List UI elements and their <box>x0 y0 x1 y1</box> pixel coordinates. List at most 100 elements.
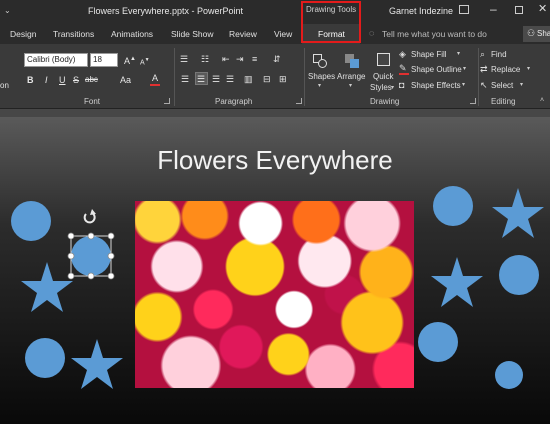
quick-styles-label-2: Styles <box>370 83 392 92</box>
strikethrough-button[interactable]: S <box>73 75 79 85</box>
chevron-down-icon: ▾ <box>349 83 353 89</box>
shrink-font-button[interactable]: A▼ <box>140 55 150 68</box>
chevron-down-icon: ▾ <box>462 82 466 88</box>
arrange-button[interactable]: Arrange ▾ <box>336 50 368 94</box>
star-shape[interactable] <box>71 339 123 389</box>
increase-indent-button[interactable]: ⇥ <box>236 54 244 64</box>
tab-design[interactable]: Design <box>10 29 36 39</box>
shapes-label: Shapes <box>308 72 336 81</box>
star-shape[interactable] <box>492 188 544 238</box>
decrease-indent-button[interactable]: ⇤ <box>222 54 230 64</box>
shapes-icon <box>313 54 327 68</box>
italic-button[interactable]: I <box>45 75 48 85</box>
replace-icon: ⇄ <box>480 64 488 74</box>
font-group-label: Font <box>84 97 101 106</box>
smartart-button[interactable]: ⊞ <box>279 74 287 84</box>
char-spacing-button[interactable]: abc <box>85 75 98 85</box>
share-button[interactable]: ⚇ Sha <box>523 26 550 42</box>
divider <box>304 48 305 106</box>
search-icon: ⌕ <box>480 49 486 59</box>
font-color-button[interactable]: A <box>150 73 160 86</box>
resize-handle[interactable] <box>67 232 75 240</box>
resize-handle[interactable] <box>67 272 75 280</box>
chevron-down-icon: ▾ <box>520 82 524 88</box>
underline-button[interactable]: U <box>59 75 66 85</box>
font-dialog-launcher-icon[interactable] <box>164 98 170 104</box>
drawing-dialog-launcher-icon[interactable] <box>470 98 476 104</box>
ribbon-display-options-icon[interactable] <box>459 5 469 14</box>
quick-styles-icon <box>377 53 390 66</box>
shape-outline-button[interactable]: ✎ Shape Outline ▾ <box>399 63 469 76</box>
title-bar: ⌄ Flowers Everywhere.pptx - PowerPoint D… <box>0 0 550 24</box>
selected-circle-shape[interactable] <box>71 236 111 276</box>
align-left-button[interactable]: ☰ <box>181 74 189 84</box>
shapes-layer <box>11 186 544 389</box>
shrink-caret-icon: ▼ <box>144 57 150 63</box>
chevron-down-icon: ▾ <box>318 83 322 89</box>
align-right-button[interactable]: ☰ <box>212 74 220 84</box>
tab-animations[interactable]: Animations <box>111 29 153 39</box>
shape-effects-button[interactable]: ◘ Shape Effects ▾ <box>399 80 469 92</box>
resize-handle[interactable] <box>67 252 75 260</box>
tell-me-search[interactable]: Tell me what you want to do <box>382 29 487 39</box>
find-label: Find <box>491 50 507 59</box>
resize-handle[interactable] <box>107 252 115 260</box>
circle-shape[interactable] <box>433 186 473 226</box>
numbering-button[interactable]: ☷ <box>201 54 209 64</box>
restore-button[interactable] <box>515 6 523 14</box>
paint-bucket-icon: ◈ <box>399 49 406 59</box>
clipboard-fragment-label: on <box>0 81 9 90</box>
minimize-button[interactable]: – <box>490 2 497 16</box>
ribbon: on Calibri (Body) 18 A▲ A▼ B I U S abc A… <box>0 44 550 109</box>
effects-icon: ◘ <box>399 80 405 90</box>
drawing-group-label: Drawing <box>370 97 400 106</box>
font-name-box[interactable]: Calibri (Body) <box>24 53 88 67</box>
tab-transitions[interactable]: Transitions <box>53 29 94 39</box>
quick-styles-button[interactable]: Quick Styles ▾ <box>369 50 397 94</box>
quick-styles-label-1: Quick <box>373 72 394 81</box>
tab-view[interactable]: View <box>274 29 292 39</box>
resize-handle[interactable] <box>87 232 95 240</box>
tab-slide-show[interactable]: Slide Show <box>171 29 214 39</box>
bullets-button[interactable]: ☰ <box>180 54 188 64</box>
circle-shape[interactable] <box>495 361 523 389</box>
shape-fill-button[interactable]: ◈ Shape Fill ▾ <box>399 49 467 61</box>
tab-review[interactable]: Review <box>229 29 257 39</box>
resize-handle[interactable] <box>87 272 95 280</box>
quick-access-dropdown[interactable]: ⌄ <box>4 6 11 15</box>
circle-shape[interactable] <box>11 201 51 241</box>
close-button[interactable]: ✕ <box>538 2 547 15</box>
star-shape[interactable] <box>21 262 73 312</box>
font-color-bar <box>150 84 160 86</box>
slide-canvas[interactable]: Flowers Everywhere <box>0 117 550 424</box>
arrange-label: Arrange <box>337 72 366 81</box>
circle-shape[interactable] <box>499 255 539 295</box>
format-tab-highlight <box>301 1 361 43</box>
user-name[interactable]: Garnet Indezine <box>389 6 453 16</box>
shapes-button[interactable]: Shapes ▾ <box>308 50 336 94</box>
text-direction-button[interactable]: ⇵ <box>273 54 281 64</box>
align-text-button[interactable]: ⊟ <box>263 74 271 84</box>
resize-handle[interactable] <box>107 272 115 280</box>
chevron-down-icon: ▾ <box>527 66 531 72</box>
shape-fill-label: Shape Fill <box>411 50 447 59</box>
line-spacing-button[interactable]: ≡ <box>252 54 257 64</box>
collapse-ribbon-icon[interactable]: ˄ <box>540 97 544 104</box>
resize-handle[interactable] <box>107 232 115 240</box>
replace-button[interactable]: ⇄ Replace ▾ <box>480 64 544 76</box>
justify-button[interactable]: ☰ <box>226 74 234 84</box>
font-size-box[interactable]: 18 <box>90 53 118 67</box>
rotate-arrow-icon <box>90 209 96 215</box>
select-button[interactable]: ↖ Select ▾ <box>480 80 544 92</box>
paragraph-dialog-launcher-icon[interactable] <box>296 98 302 104</box>
person-icon: ⚇ <box>527 28 536 38</box>
find-button[interactable]: ⌕ Find <box>480 49 540 61</box>
columns-button[interactable]: ▥ <box>244 74 253 84</box>
change-case-button[interactable]: Aa <box>120 75 131 85</box>
star-shape[interactable] <box>431 257 483 307</box>
circle-shape[interactable] <box>25 338 65 378</box>
bold-button[interactable]: B <box>27 75 34 85</box>
grow-font-button[interactable]: A▲ <box>124 54 136 66</box>
grow-caret-icon: ▲ <box>130 56 136 62</box>
circle-shape[interactable] <box>418 322 458 362</box>
